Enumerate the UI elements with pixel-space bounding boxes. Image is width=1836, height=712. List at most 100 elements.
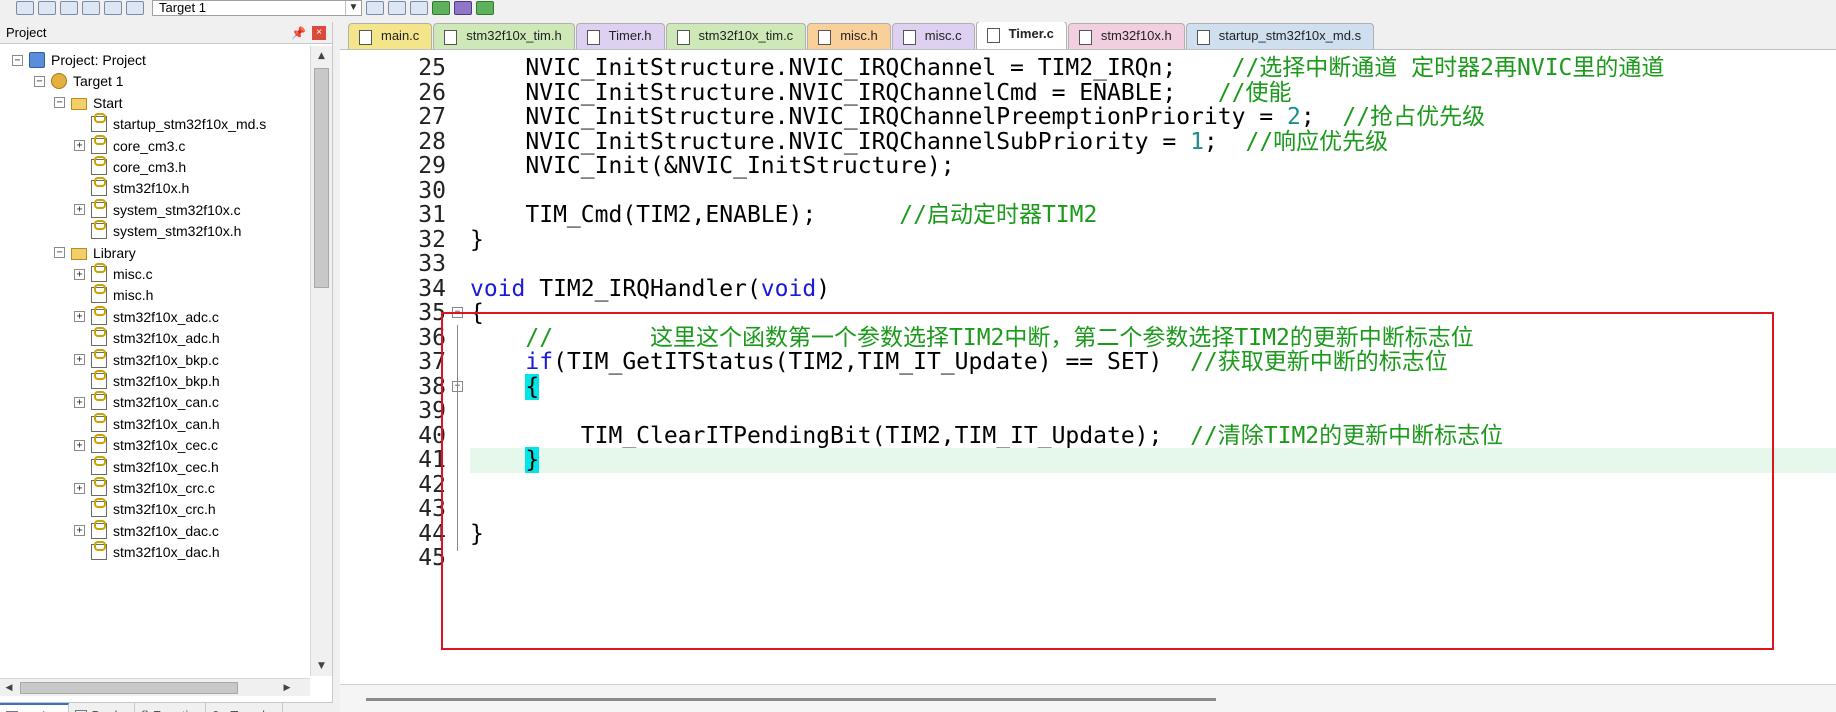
- tab-label: 0+ Templ...: [212, 703, 276, 712]
- code-line[interactable]: 29 NVIC_Init(&NVIC_InitStructure);: [340, 154, 1836, 179]
- tab-project[interactable]: Project: [0, 703, 70, 712]
- code-line[interactable]: 37 if(TIM_GetITStatus(TIM2,TIM_IT_Update…: [340, 350, 1836, 375]
- expand-icon[interactable]: +: [74, 268, 85, 280]
- tree-item[interactable]: system_stm32f10x.h: [74, 219, 241, 243]
- code-line[interactable]: 38− {: [340, 373, 1836, 400]
- code-line[interactable]: 44}: [340, 521, 1836, 547]
- collapse-icon[interactable]: −: [54, 247, 65, 259]
- build-icon[interactable]: [388, 1, 406, 15]
- code-line[interactable]: 39: [340, 399, 1836, 424]
- code-line[interactable]: 27 NVIC_InitStructure.NVIC_IRQChannelPre…: [340, 105, 1836, 130]
- scroll-thumb[interactable]: [366, 698, 1216, 701]
- tree-item[interactable]: + stm32f10x_dac.c: [74, 519, 219, 543]
- tree-item[interactable]: startup_stm32f10x_md.s: [74, 112, 266, 136]
- select-software-packs-icon[interactable]: [476, 1, 494, 15]
- tree-item[interactable]: stm32f10x_cec.h: [74, 455, 219, 479]
- tree-item[interactable]: core_cm3.h: [74, 155, 186, 179]
- tree-item[interactable]: + stm32f10x_adc.c: [74, 305, 219, 329]
- tree-item[interactable]: − Library: [54, 241, 136, 265]
- expand-icon[interactable]: +: [74, 311, 85, 323]
- close-icon[interactable]: ×: [312, 26, 326, 40]
- tree-item[interactable]: stm32f10x_can.h: [74, 412, 220, 436]
- expand-icon[interactable]: +: [74, 439, 85, 451]
- tree-item[interactable]: − Start: [54, 91, 123, 115]
- code-line[interactable]: 41 }: [340, 447, 1836, 473]
- tree-item[interactable]: − Target 1: [34, 69, 124, 93]
- code-line[interactable]: 26 NVIC_InitStructure.NVIC_IRQChannelCmd…: [340, 80, 1836, 106]
- rebuild-icon[interactable]: [410, 1, 428, 15]
- expand-icon[interactable]: +: [74, 482, 85, 494]
- code-line[interactable]: 28 NVIC_InitStructure.NVIC_IRQChannelSub…: [340, 129, 1836, 155]
- collapse-icon[interactable]: −: [54, 97, 65, 109]
- code-line[interactable]: 45: [340, 546, 1836, 571]
- tree-item[interactable]: + stm32f10x_crc.c: [74, 476, 215, 500]
- code-line[interactable]: 31 TIM_Cmd(TIM2,ENABLE); //启动定时器TIM2: [340, 203, 1836, 228]
- save-all-icon[interactable]: [38, 1, 56, 15]
- tree-item[interactable]: + stm32f10x_bkp.c: [74, 348, 219, 372]
- tree-item[interactable]: stm32f10x_dac.h: [74, 540, 220, 564]
- tab-file[interactable]: misc.c: [891, 23, 975, 49]
- code-line[interactable]: 25 NVIC_InitStructure.NVIC_IRQChannel = …: [340, 56, 1836, 81]
- collapse-icon[interactable]: −: [12, 54, 23, 66]
- tree-horizontal-scrollbar[interactable]: ◀ ▶: [0, 678, 310, 696]
- tree-item[interactable]: stm32f10x_crc.h: [74, 497, 216, 521]
- manage-run-time-icon[interactable]: [454, 1, 472, 15]
- tab-functions[interactable]: {} Functi...: [135, 703, 207, 712]
- expand-icon[interactable]: +: [74, 140, 85, 152]
- code-line[interactable]: 33: [340, 252, 1836, 277]
- tree-item[interactable]: + core_cm3.c: [74, 134, 185, 158]
- window-icon[interactable]: [60, 1, 78, 15]
- chevron-down-icon[interactable]: ▼: [345, 1, 361, 15]
- pin-icon[interactable]: 📌: [291, 22, 306, 44]
- expand-icon[interactable]: +: [74, 354, 85, 366]
- code-line[interactable]: 34 void TIM2_IRQHandler(void): [340, 276, 1836, 302]
- tab-file[interactable]: Timer.c: [975, 22, 1067, 49]
- expand-icon[interactable]: +: [74, 204, 85, 216]
- tab-file[interactable]: stm32f10x_tim.h: [433, 23, 575, 49]
- tree-item[interactable]: + system_stm32f10x.c: [74, 198, 241, 222]
- tree-item[interactable]: + stm32f10x_can.c: [74, 390, 219, 414]
- tree-item[interactable]: misc.h: [74, 283, 153, 307]
- code-line[interactable]: 40 TIM_ClearITPendingBit(TIM2,TIM_IT_Upd…: [340, 423, 1836, 449]
- tab-file[interactable]: main.c: [348, 23, 433, 49]
- tab-file[interactable]: stm32f10x.h: [1067, 23, 1185, 49]
- expand-icon[interactable]: +: [74, 525, 85, 537]
- tree-item[interactable]: stm32f10x.h: [74, 176, 189, 200]
- tab-file[interactable]: misc.h: [807, 23, 891, 49]
- scroll-thumb[interactable]: [20, 682, 238, 694]
- code-line[interactable]: 43: [340, 497, 1836, 522]
- scroll-right-icon[interactable]: ▶: [280, 680, 294, 696]
- code-line[interactable]: 30: [340, 178, 1836, 204]
- code-line[interactable]: 36 // 这里这个函数第一个参数选择TIM2中断，第二个参数选择TIM2的更新…: [340, 325, 1836, 351]
- tree-item[interactable]: stm32f10x_adc.h: [74, 326, 220, 350]
- tree-item[interactable]: + stm32f10x_cec.c: [74, 433, 218, 457]
- tree-vertical-scrollbar[interactable]: ▲ ▼: [310, 46, 332, 676]
- scroll-up-icon[interactable]: ▲: [314, 48, 329, 64]
- layers-icon[interactable]: [82, 1, 100, 15]
- editor-horizontal-scrollbar[interactable]: [340, 684, 1836, 712]
- code-line[interactable]: 42: [340, 472, 1836, 498]
- scroll-thumb[interactable]: [314, 68, 329, 288]
- fold-toggle-icon[interactable]: −: [452, 307, 463, 318]
- options-for-target-icon[interactable]: [366, 1, 384, 15]
- pack-installer-icon[interactable]: [432, 1, 450, 15]
- expand-icon[interactable]: +: [74, 396, 85, 408]
- tree-item[interactable]: stm32f10x_bkp.h: [74, 369, 220, 393]
- code-line[interactable]: 35−{: [340, 301, 1836, 326]
- collapse-icon[interactable]: −: [34, 75, 45, 87]
- tree-item[interactable]: + misc.c: [74, 262, 153, 286]
- print-icon[interactable]: [104, 1, 122, 15]
- manage-components-icon[interactable]: [126, 1, 144, 15]
- tab-file[interactable]: startup_stm32f10x_md.s: [1185, 23, 1375, 49]
- target-select[interactable]: Target 1 ▼: [152, 0, 362, 16]
- tree-item[interactable]: − Project: Project: [12, 48, 146, 72]
- tab-file[interactable]: stm32f10x_tim.c: [665, 23, 807, 49]
- scroll-left-icon[interactable]: ◀: [2, 680, 16, 696]
- code-editor[interactable]: 25 NVIC_InitStructure.NVIC_IRQChannel = …: [340, 50, 1836, 684]
- save-icon[interactable]: [16, 1, 34, 15]
- code-line[interactable]: 32}: [340, 227, 1836, 253]
- tab-templates[interactable]: 0+ Templ...: [206, 703, 283, 712]
- tab-file[interactable]: Timer.h: [575, 23, 665, 49]
- scroll-down-icon[interactable]: ▼: [314, 658, 329, 674]
- tab-books[interactable]: Books: [69, 703, 135, 712]
